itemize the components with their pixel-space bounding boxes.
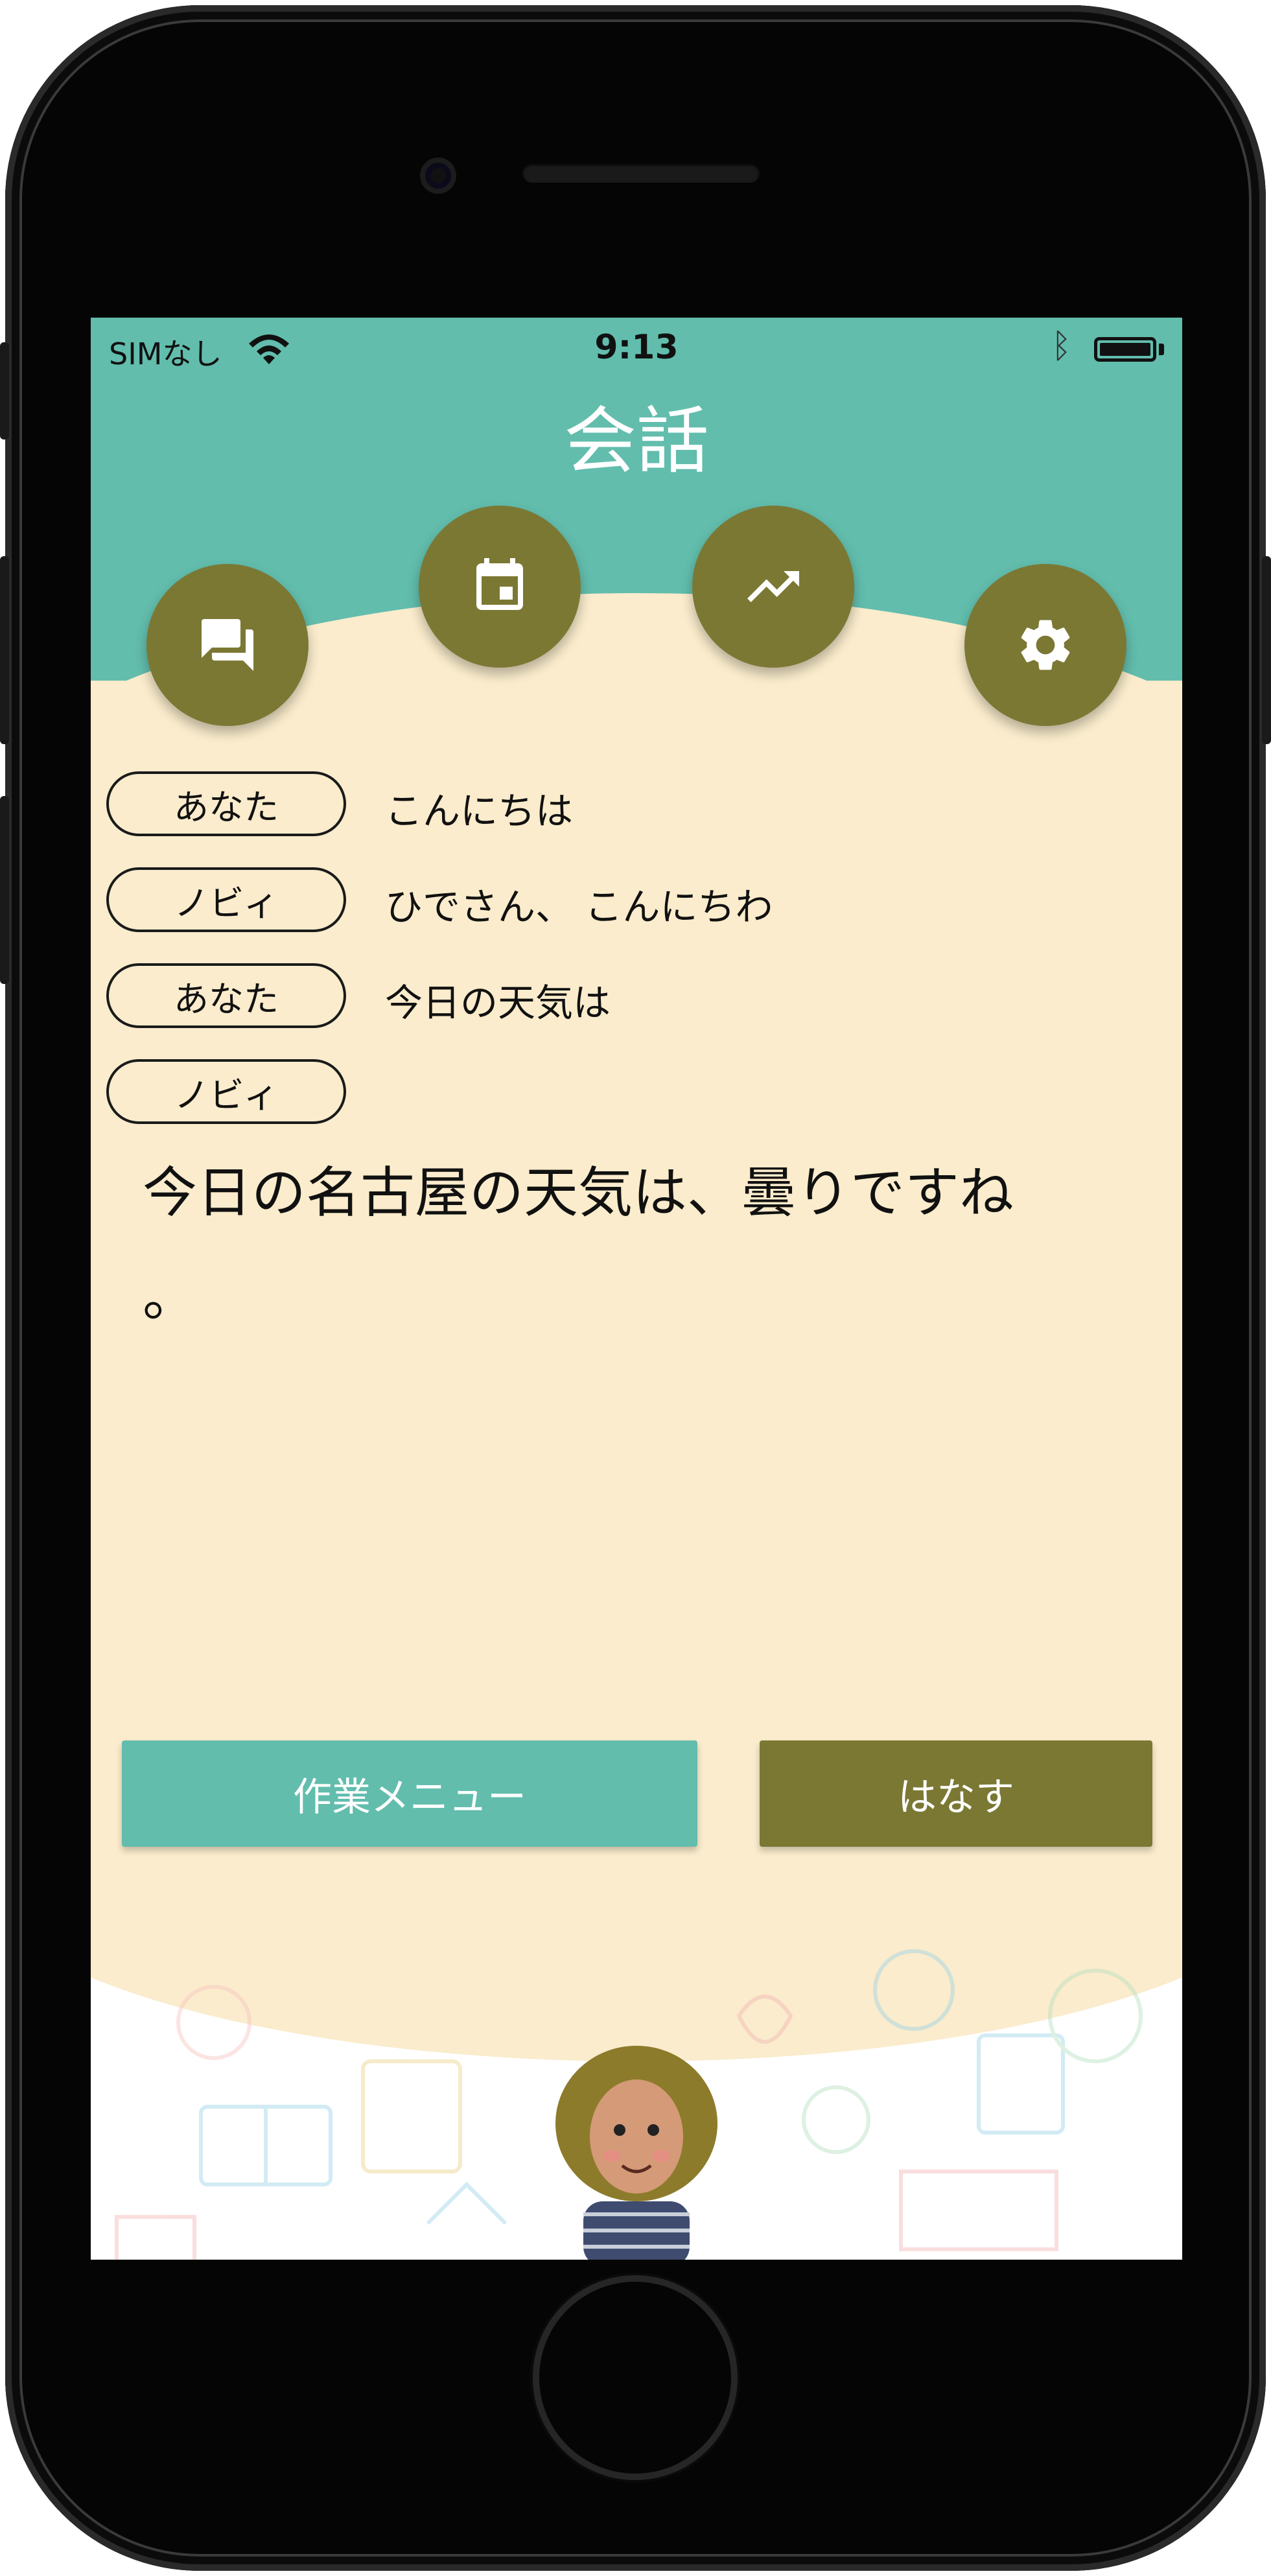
reply-line-1: 今日の名古屋の天気は、曇りですね: [143, 1161, 1014, 1224]
home-button[interactable]: [539, 2282, 731, 2474]
battery-tip: [1159, 344, 1164, 355]
battery-icon: [1094, 337, 1156, 362]
speaker-label: ノビィ: [106, 867, 346, 932]
background-illustration: [91, 1912, 1182, 2260]
speaker-label: あなた: [106, 771, 346, 836]
silent-switch: [0, 342, 9, 439]
speaker-label: ノビィ: [106, 1059, 346, 1124]
work-menu-button[interactable]: 作業メニュー: [122, 1740, 697, 1847]
calendar-icon: [476, 558, 523, 610]
message-text: 今日の天気は: [385, 981, 611, 1025]
reply-line-2: 。: [143, 1265, 198, 1328]
calendar-button[interactable]: [419, 506, 581, 668]
status-bar: SIMなし 9:13 ᛒ: [91, 318, 1182, 380]
message-text: ひでさん、 こんにちわ: [385, 885, 773, 929]
chat-button[interactable]: [146, 564, 309, 726]
front-camera: [420, 158, 456, 194]
talk-button[interactable]: はなす: [760, 1740, 1152, 1847]
power-button: [1262, 556, 1271, 744]
volume-down-button: [0, 796, 9, 984]
trending-up-icon: [747, 571, 799, 602]
chat-bubbles-icon: [202, 619, 253, 671]
volume-up-button: [0, 556, 9, 744]
gear-icon: [1021, 620, 1070, 670]
clock: 9:13: [594, 328, 679, 367]
speaker-label: あなた: [106, 963, 346, 1028]
mascot-avatar: [555, 2046, 717, 2260]
reply-text: 今日の名古屋の天気は、曇りですね 。: [143, 1141, 1141, 1348]
bluetooth-icon: ᛒ: [1051, 327, 1072, 366]
message-text: こんにちは: [385, 789, 574, 833]
page-title: 会話: [564, 399, 709, 484]
settings-button[interactable]: [964, 564, 1126, 726]
trending-button[interactable]: [692, 506, 854, 668]
earpiece-speaker: [522, 163, 760, 183]
app-screen: SIMなし 9:13 ᛒ 会話 あなた こんにちは ノビィ ひでさん、 こんにち…: [91, 318, 1182, 2260]
